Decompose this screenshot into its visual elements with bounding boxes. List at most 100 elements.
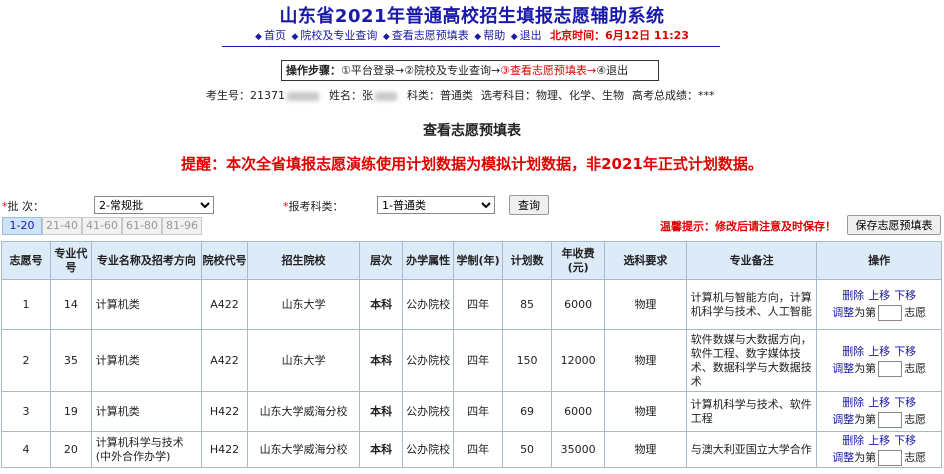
table-body: 1 14 计算机类 A422 山东大学 本科 公办院校 四年 85 6000 物理 计算机与智能方向，… [1,279,942,468]
nav-preview-link[interactable]: 查看志愿预填表 [392,29,469,42]
move-down-link[interactable]: 下移 [894,345,916,358]
cell-require: 物理 [604,391,687,432]
target-order-input[interactable] [878,411,903,428]
subject-value: 普通类 [440,89,473,102]
cell-remark: 计算机科学与技术、软件工程 [685,391,818,432]
delete-link[interactable]: 删除 [842,434,864,447]
diamond-icon: ◆ [474,32,482,42]
page-tab-1-20[interactable]: 1-20 [2,217,42,235]
move-down-link[interactable]: 下移 [894,289,916,302]
nav-logout-link[interactable]: 退出 [520,29,542,42]
cell-plan: 85 [502,279,553,330]
cell-major-name: 计算机类 [90,391,203,432]
target-order-input[interactable] [878,304,903,321]
cell-years: 四年 [453,279,504,330]
delete-link[interactable]: 删除 [842,345,864,358]
page-title: 查看志愿预填表 [423,123,521,139]
col-level: 层次 [359,241,404,280]
cell-nature: 公办院校 [402,431,455,468]
cell-plan: 50 [502,431,553,468]
move-up-link[interactable]: 上移 [868,434,890,447]
header-divider [222,46,720,47]
move-up-link[interactable]: 上移 [868,289,890,302]
adjust-link[interactable]: 调整 [832,306,854,319]
delete-link[interactable]: 删除 [842,396,864,409]
cell-nature: 公办院校 [402,329,455,392]
cell-school-code: H422 [201,391,248,432]
cell-level: 本科 [359,329,404,392]
col-fee: 年收费(元) [551,241,606,280]
col-school: 招生院校 [246,241,361,280]
nav-help-link[interactable]: 帮助 [483,29,505,42]
col-major-name: 专业名称及招考方向 [90,241,203,280]
page-tab-61-80[interactable]: 61-80 [122,217,162,235]
cell-fee: 12000 [551,329,606,392]
cell-level: 本科 [359,391,404,432]
step-preview-current: ③查看志愿预填表→ [500,64,597,77]
move-up-link[interactable]: 上移 [868,396,890,409]
score-label: 高考总成绩： [632,89,698,102]
redacted-mask [287,91,319,101]
col-school-code: 院校代号 [201,241,248,280]
diamond-icon: ◆ [510,32,518,42]
move-up-link[interactable]: 上移 [868,345,890,358]
candidate-id: 21371 [250,89,285,102]
cell-major-code: 35 [49,329,92,392]
page-tab-21-40[interactable]: 21-40 [42,217,82,235]
subject-select[interactable]: 1-普通类 [377,196,495,214]
preview-table: 志愿号 专业代号 专业名称及招考方向 院校代号 招生院校 层次 办学属性 学制(… [1,241,942,468]
score-value: *** [698,89,715,102]
nav-query-link[interactable]: 院校及专业查询 [300,29,377,42]
subject-filter-label: 报考科类： [288,200,344,213]
query-button[interactable]: 查询 [509,195,549,215]
adjust-suffix-label: 志愿 [904,361,927,375]
adjust-suffix-label: 志愿 [904,450,927,464]
step-logout: ④退出 [596,64,629,77]
cell-school: 山东大学威海分校 [246,391,361,432]
cell-remark: 计算机与智能方向，计算机科学与技术、人工智能 [685,279,818,330]
col-plan: 计划数 [502,241,553,280]
cell-school: 山东大学威海分校 [246,431,361,468]
subject-label: 科类： [407,89,440,102]
col-remark: 专业备注 [685,241,818,280]
cell-years: 四年 [453,431,504,468]
cell-require: 物理 [604,329,687,392]
save-preview-button[interactable]: 保存志愿预填表 [847,215,941,235]
page-tab-41-60[interactable]: 41-60 [82,217,122,235]
cell-no: 1 [1,279,51,330]
batch-label-wrap: *批 次： [2,198,44,214]
delete-link[interactable]: 删除 [842,289,864,302]
steps-prefix: 操作步骤： [286,64,341,77]
batch-select[interactable]: 2-常规批 [94,196,214,214]
page-tab-81-96[interactable]: 81-96 [162,217,202,235]
move-down-link[interactable]: 下移 [894,396,916,409]
cell-require: 物理 [604,279,687,330]
step-login: ①平台登录→ [341,64,405,77]
cell-no: 2 [1,329,51,392]
move-down-link[interactable]: 下移 [894,434,916,447]
col-require: 选科要求 [604,241,687,280]
target-order-input[interactable] [878,449,903,466]
operation-steps: 操作步骤：①平台登录→②院校及专业查询→③查看志愿预填表→④退出 [281,60,659,81]
adjust-to-label: 为第 [854,361,877,375]
simulation-notice: 提醒：本次全省填报志愿演练使用计划数据为模拟计划数据，非2021年正式计划数据。 [181,155,763,173]
beijing-time: 北京时间：6月12日 11:23 [550,29,689,42]
diamond-icon: ◆ [255,32,262,42]
cell-remark: 软件数媒与大数据方向，软件工程、数字媒体技术、数据科学与大数据技术 [685,329,818,392]
adjust-link[interactable]: 调整 [832,451,854,464]
nav-home-link[interactable]: 首页 [264,29,286,42]
cell-no: 4 [1,431,51,468]
adjust-link[interactable]: 调整 [832,413,854,426]
elective-label: 选考科目： [481,89,536,102]
adjust-to-label: 为第 [854,450,877,464]
table-row: 4 20 计算机科学与技术(中外合作办学) H422 山东大学威海分校 本科 公办院校 四年 5… [1,431,942,468]
target-order-input[interactable] [878,360,903,377]
adjust-link[interactable]: 调整 [832,362,854,375]
col-years: 学制(年) [453,241,504,280]
col-no: 志愿号 [1,241,51,280]
cell-nature: 公办院校 [402,391,455,432]
cell-major-name: 计算机类 [90,329,203,392]
candidate-id-label: 考生号： [206,89,250,102]
cell-major-code: 19 [49,391,92,432]
adjust-suffix-label: 志愿 [904,305,927,319]
